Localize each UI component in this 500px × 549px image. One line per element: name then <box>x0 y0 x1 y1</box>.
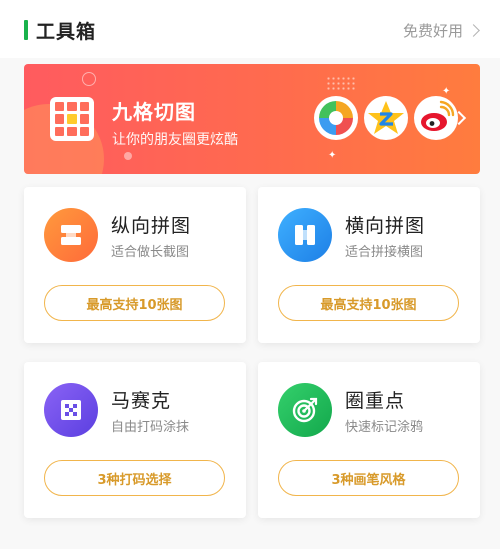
banner-subtitle: 让你的朋友圈更炫酷 <box>112 132 238 148</box>
banner-ring-decoration <box>82 72 96 86</box>
tool-action-button[interactable]: 最高支持10张图 <box>44 285 225 321</box>
section-header: 工具箱 免费好用 <box>0 0 500 58</box>
tool-action-button[interactable]: 3种打码选择 <box>44 460 225 496</box>
toolbox-page: 工具箱 免费好用 ✦ ✦ 九格切图 让你的朋友圈更炫酷 纵向拼图 适合做长截图 … <box>0 0 500 549</box>
title-accent-bar <box>24 20 28 40</box>
qzone-star-icon <box>364 96 408 140</box>
tool-card-vertical-stitch[interactable]: 纵向拼图 适合做长截图 最高支持10张图 <box>24 187 246 343</box>
free-to-use-link[interactable]: 免费好用 <box>402 20 480 41</box>
free-to-use-label: 免费好用 <box>402 22 463 40</box>
tool-card-mosaic[interactable]: 马赛克 自由打码涂抹 3种打码选择 <box>24 362 246 518</box>
horizontal-stitch-icon <box>278 208 332 262</box>
nine-grid-icon <box>50 97 94 141</box>
banner-bubble-decoration <box>124 152 132 160</box>
tool-card-horizontal-stitch[interactable]: 横向拼图 适合拼接横图 最高支持10张图 <box>258 187 480 343</box>
mosaic-icon <box>44 383 98 437</box>
sparkle-icon: ✦ <box>328 150 337 161</box>
tool-title: 纵向拼图 <box>111 215 192 237</box>
nine-grid-banner[interactable]: ✦ ✦ 九格切图 让你的朋友圈更炫酷 <box>24 64 480 174</box>
banner-dots-decoration <box>326 76 356 92</box>
tool-card-highlight[interactable]: 圈重点 快速标记涂鸦 3种画笔风格 <box>258 362 480 518</box>
tool-subtitle: 自由打码涂抹 <box>111 420 190 435</box>
share-platform-icons <box>314 94 464 144</box>
moments-shutter-icon <box>314 96 358 140</box>
banner-title: 九格切图 <box>112 100 196 124</box>
tool-title: 马赛克 <box>111 390 172 412</box>
section-title: 工具箱 <box>36 21 97 43</box>
tool-subtitle: 快速标记涂鸦 <box>345 420 424 435</box>
tool-subtitle: 适合拼接横图 <box>345 245 424 260</box>
chevron-right-icon <box>467 24 480 37</box>
target-icon <box>278 383 332 437</box>
tool-action-button[interactable]: 最高支持10张图 <box>278 285 459 321</box>
tool-title: 圈重点 <box>345 390 406 412</box>
vertical-stitch-icon <box>44 208 98 262</box>
tool-subtitle: 适合做长截图 <box>111 245 190 260</box>
tool-action-button[interactable]: 3种画笔风格 <box>278 460 459 496</box>
tool-title: 横向拼图 <box>345 215 426 237</box>
